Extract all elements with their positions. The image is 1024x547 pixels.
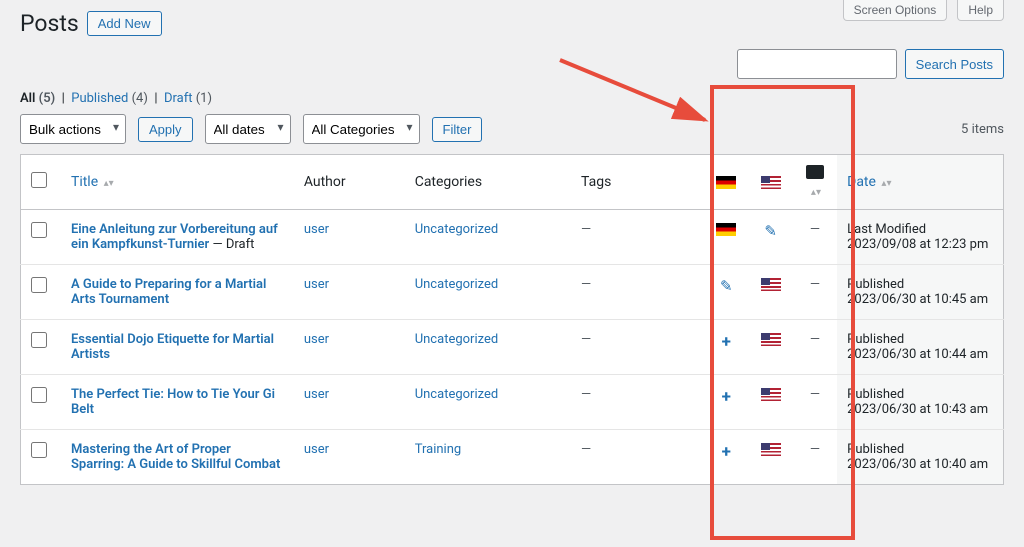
date-value: 2023/09/08 at 12:23 pm <box>847 237 988 252</box>
us-flag-icon <box>761 388 781 401</box>
pencil-icon[interactable]: ✎ <box>764 222 777 240</box>
column-german <box>704 155 748 210</box>
plus-icon[interactable]: + <box>722 387 731 407</box>
search-input[interactable] <box>737 49 897 79</box>
date-filter-select[interactable]: All dates <box>205 114 291 144</box>
author-link[interactable]: user <box>304 277 329 292</box>
column-date[interactable]: Date ▴▾ <box>837 155 1003 210</box>
date-status: Published <box>847 442 904 457</box>
us-flag-icon <box>761 176 781 189</box>
date-status: Last Modified <box>847 222 926 237</box>
german-flag-icon <box>716 223 736 236</box>
add-new-button[interactable]: Add New <box>87 11 162 36</box>
column-comments[interactable]: ▴▾ <box>793 155 837 210</box>
category-link[interactable]: Training <box>415 442 461 457</box>
category-link[interactable]: Uncategorized <box>415 387 498 402</box>
row-checkbox[interactable] <box>31 332 47 348</box>
help-button[interactable]: Help <box>957 0 1004 21</box>
screen-options-button[interactable]: Screen Options <box>843 0 948 21</box>
filter-published[interactable]: Published (4) <box>71 91 148 106</box>
posts-table: Title ▴▾ Author Categories Tags ▴▾ Date … <box>20 154 1004 485</box>
tags-value: — <box>581 332 591 347</box>
us-flag-icon <box>761 443 781 456</box>
bulk-actions-select[interactable]: Bulk actions <box>20 114 126 144</box>
post-status-filter: All (5) | Published (4) | Draft (1) <box>20 91 1004 106</box>
column-tags: Tags <box>571 155 704 210</box>
german-flag-icon <box>716 176 736 189</box>
plus-icon[interactable]: + <box>722 442 731 462</box>
date-value: 2023/06/30 at 10:40 am <box>847 457 988 472</box>
tags-value: — <box>581 277 591 292</box>
column-title[interactable]: Title ▴▾ <box>61 155 294 210</box>
page-title: Posts <box>20 10 79 37</box>
column-english <box>748 155 792 210</box>
items-count: 5 items <box>961 122 1004 137</box>
author-link[interactable]: user <box>304 222 329 237</box>
row-checkbox[interactable] <box>31 442 47 458</box>
comments-value: — <box>810 277 820 292</box>
table-row: Essential Dojo Etiquette for Martial Art… <box>21 320 1004 375</box>
date-value: 2023/06/30 at 10:45 am <box>847 292 988 307</box>
tags-value: — <box>581 442 591 457</box>
category-link[interactable]: Uncategorized <box>415 332 498 347</box>
post-title-link[interactable]: Essential Dojo Etiquette for Martial Art… <box>71 332 274 362</box>
table-row: A Guide to Preparing for a Martial Arts … <box>21 265 1004 320</box>
post-title-link[interactable]: The Perfect Tie: How to Tie Your Gi Belt <box>71 387 275 417</box>
row-checkbox[interactable] <box>31 222 47 238</box>
us-flag-icon <box>761 333 781 346</box>
us-flag-icon <box>761 278 781 291</box>
filter-button[interactable]: Filter <box>432 117 483 142</box>
apply-button[interactable]: Apply <box>138 117 193 142</box>
category-link[interactable]: Uncategorized <box>415 222 498 237</box>
plus-icon[interactable]: + <box>722 332 731 352</box>
column-author: Author <box>294 155 405 210</box>
category-link[interactable]: Uncategorized <box>415 277 498 292</box>
row-checkbox[interactable] <box>31 387 47 403</box>
filter-all[interactable]: All (5) <box>20 91 55 106</box>
date-status: Published <box>847 387 904 402</box>
comments-value: — <box>810 442 820 457</box>
post-title-link[interactable]: Mastering the Art of Proper Sparring: A … <box>71 442 280 472</box>
author-link[interactable]: user <box>304 442 329 457</box>
date-value: 2023/06/30 at 10:43 am <box>847 402 988 417</box>
date-value: 2023/06/30 at 10:44 am <box>847 347 988 362</box>
tags-value: — <box>581 222 591 237</box>
select-all-checkbox[interactable] <box>31 172 47 188</box>
comment-icon <box>806 165 824 179</box>
column-categories: Categories <box>405 155 571 210</box>
date-status: Published <box>847 332 904 347</box>
date-status: Published <box>847 277 904 292</box>
table-row: Mastering the Art of Proper Sparring: A … <box>21 430 1004 485</box>
row-checkbox[interactable] <box>31 277 47 293</box>
author-link[interactable]: user <box>304 387 329 402</box>
filter-draft[interactable]: Draft (1) <box>164 91 212 106</box>
search-posts-button[interactable]: Search Posts <box>905 49 1004 79</box>
table-row: Eine Anleitung zur Vorbereitung auf ein … <box>21 210 1004 265</box>
comments-value: — <box>810 222 820 237</box>
pencil-icon[interactable]: ✎ <box>720 277 733 295</box>
post-state: — Draft <box>209 237 254 252</box>
tags-value: — <box>581 387 591 402</box>
comments-value: — <box>810 332 820 347</box>
table-row: The Perfect Tie: How to Tie Your Gi Belt… <box>21 375 1004 430</box>
category-filter-select[interactable]: All Categories <box>303 114 420 144</box>
author-link[interactable]: user <box>304 332 329 347</box>
post-title-link[interactable]: A Guide to Preparing for a Martial Arts … <box>71 277 266 307</box>
comments-value: — <box>810 387 820 402</box>
